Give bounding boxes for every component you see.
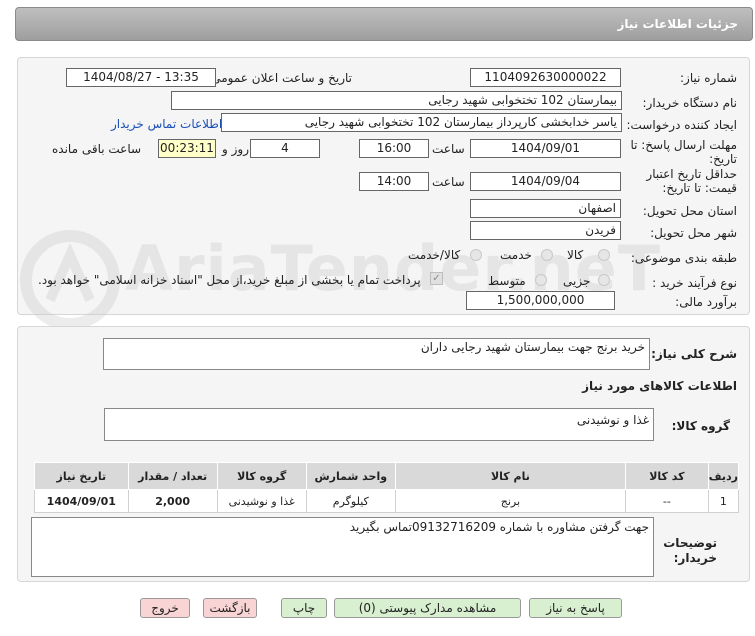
exit-button[interactable]: خروج — [140, 598, 190, 618]
validity-time-field: 14:00 — [359, 172, 429, 191]
back-button[interactable]: بازگشت — [203, 598, 257, 618]
cell-date: 1404/09/01 — [34, 489, 129, 513]
category-radio-goods-service[interactable] — [470, 249, 482, 261]
purchase-radio-partial[interactable] — [598, 274, 610, 286]
purchase-option-partial: جزیی — [563, 274, 591, 288]
deadline-label-line1: مهلت ارسال پاسخ: تا — [630, 138, 737, 152]
remaining-time-label: ساعت باقی مانده — [52, 142, 142, 156]
goods-group-label: گروه کالا: — [671, 419, 730, 433]
announce-field: 1404/08/27 - 13:35 — [66, 68, 216, 87]
buyer-org-label: نام دستگاه خریدار: — [642, 96, 738, 110]
cell-code: -- — [624, 489, 709, 513]
page-title: جزئیات اطلاعات نیاز — [617, 17, 738, 31]
validity-date-field: 1404/09/04 — [470, 172, 621, 191]
cell-name: برنج — [394, 489, 626, 513]
th-date: تاریخ نیاز — [34, 462, 129, 490]
city-label: شهر محل تحویل: — [650, 226, 737, 240]
deadline-date-field: 1404/09/01 — [470, 139, 621, 158]
category-radio-service[interactable] — [541, 249, 553, 261]
goods-table-header: ردیف کد کالا نام کالا واحد شمارش گروه کا… — [34, 462, 740, 490]
category-option-service: خدمت — [500, 248, 532, 262]
validity-label-line1: حداقل تاریخ اعتبار — [646, 167, 737, 181]
print-button[interactable]: چاپ — [281, 598, 327, 618]
payment-note: پرداخت تمام یا بخشی از مبلغ خرید،از محل … — [38, 273, 421, 287]
province-field: اصفهان — [470, 199, 621, 218]
cell-group: غذا و نوشیدنی — [216, 489, 307, 513]
buyer-notes-label-line1: توضیحات — [663, 536, 717, 550]
purchase-type-label: نوع فرآیند خرید : — [652, 276, 737, 290]
table-row[interactable]: 1 -- برنج کیلوگرم غذا و نوشیدنی 2,000 14… — [34, 489, 740, 513]
validity-label-line2: قیمت: تا تاریخ: — [662, 181, 737, 195]
creator-field: یاسر خدابخشی کارپرداز بیمارستان 102 تختخ… — [221, 113, 622, 132]
province-label: استان محل تحویل: — [642, 204, 737, 218]
description-textarea[interactable]: خرید برنج جهت بیمارستان شهید رجایی داران — [103, 338, 650, 370]
th-code: کد کالا — [624, 462, 709, 490]
category-radio-goods[interactable] — [598, 249, 610, 261]
th-group: گروه کالا — [216, 462, 307, 490]
attachments-button[interactable]: مشاهده مدارک پیوستی (0) — [334, 598, 521, 618]
category-option-goods: کالا — [567, 248, 584, 262]
treasury-checkbox[interactable]: ✓ — [430, 272, 443, 285]
description-label: شرح کلی نیاز: — [651, 347, 737, 361]
th-unit: واحد شمارش — [305, 462, 396, 490]
estimate-label: برآورد مالی: — [675, 295, 737, 309]
buyer-notes-label-line2: خریدار: — [673, 551, 717, 565]
cell-unit: کیلوگرم — [305, 489, 396, 513]
remaining-time-field: 00:23:11 — [158, 139, 216, 158]
buyer-notes-textarea[interactable]: جهت گرفتن مشاوره با شماره 09132716209تما… — [31, 517, 654, 577]
deadline-time-field: 16:00 — [359, 139, 429, 158]
th-qty: تعداد / مقدار — [127, 462, 218, 490]
th-row: ردیف — [707, 462, 740, 490]
category-label: طبقه بندی موضوعی: — [630, 251, 737, 265]
contact-buyer-link[interactable]: اطلاعات تماس خریدار — [111, 117, 222, 131]
purchase-radio-medium[interactable] — [535, 274, 547, 286]
creator-label: ایجاد کننده درخواست: — [626, 118, 737, 132]
days-label: روز و — [222, 142, 249, 156]
goods-table: ردیف کد کالا نام کالا واحد شمارش گروه کا… — [34, 462, 740, 513]
announce-label: تاریخ و ساعت اعلان عمومی: — [207, 71, 352, 85]
city-field: فریدن — [470, 221, 621, 240]
goods-info-title: اطلاعات کالاهای مورد نیاز — [582, 379, 737, 393]
th-name: نام کالا — [394, 462, 626, 490]
need-number-field: 1104092630000022 — [470, 68, 621, 87]
respond-button[interactable]: پاسخ به نیاز — [529, 598, 622, 618]
deadline-label-line2: تاریخ: — [709, 152, 737, 166]
need-number-label: شماره نیاز: — [680, 71, 737, 85]
days-remaining-field: 4 — [250, 139, 320, 158]
validity-time-label: ساعت — [432, 175, 465, 189]
estimate-field: 1,500,000,000 — [466, 291, 615, 310]
goods-group-field: غذا و نوشیدنی — [104, 408, 654, 441]
cell-row: 1 — [707, 489, 740, 513]
category-option-goods-service: کالا/خدمت — [408, 248, 461, 262]
purchase-option-medium: متوسط — [488, 274, 526, 288]
buyer-org-field: بیمارستان 102 تختخوابی شهید رجایی — [171, 91, 622, 110]
page-header: جزئیات اطلاعات نیاز — [15, 7, 753, 41]
deadline-time-label: ساعت — [432, 142, 465, 156]
cell-qty: 2,000 — [127, 489, 218, 513]
